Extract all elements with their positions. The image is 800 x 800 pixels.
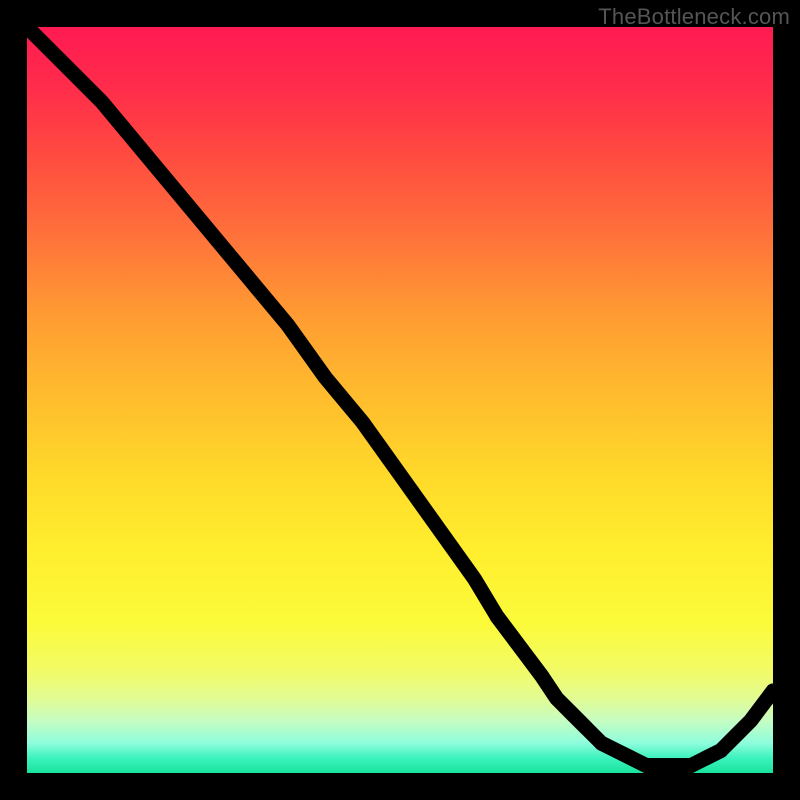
descent-highlight <box>497 616 587 728</box>
bottleneck-curve <box>27 27 773 766</box>
curve-layer <box>27 27 773 773</box>
chart-root: TheBottleneck.com <box>0 0 800 800</box>
plot-area <box>27 27 773 773</box>
valley-highlight <box>601 743 691 765</box>
watermark-text: TheBottleneck.com <box>598 4 790 30</box>
ascent-highlight <box>706 751 721 758</box>
highlight-segments <box>497 616 721 765</box>
